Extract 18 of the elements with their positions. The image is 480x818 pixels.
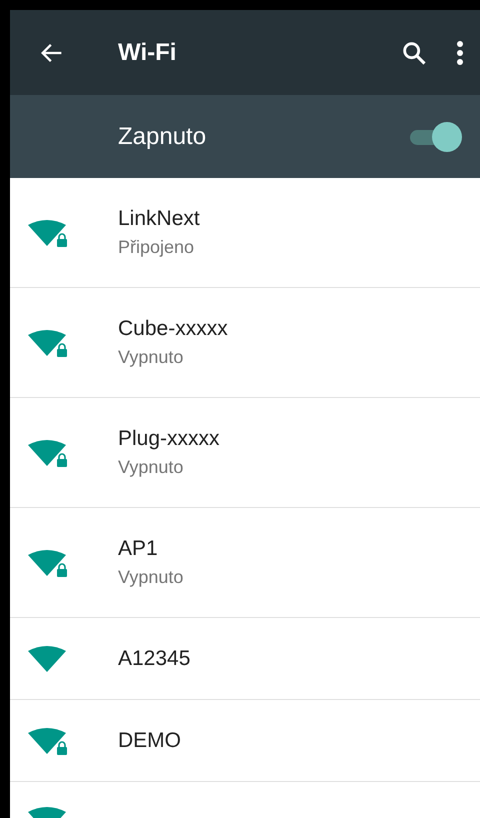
network-name: DEMO — [118, 728, 181, 752]
network-item[interactable]: LinkNext Připojeno — [10, 178, 480, 288]
network-name: Cube-xxxxx — [118, 317, 228, 341]
network-name: LinkNext — [118, 207, 200, 231]
network-item[interactable]: AP1 Vypnuto — [10, 508, 480, 618]
network-item[interactable]: Plug-xxxxx Vypnuto — [10, 398, 480, 508]
network-item[interactable]: Cube-xxxxx Vypnuto — [10, 288, 480, 398]
network-item[interactable]: A12345 — [10, 618, 480, 700]
network-name: A12345 — [118, 646, 190, 670]
network-status: Vypnuto — [118, 457, 184, 478]
screen-title: Wi-Fi — [118, 38, 178, 66]
network-name: Plug-xxxxx — [118, 427, 220, 451]
switch-label: Zapnuto — [118, 122, 208, 150]
network-status: Vypnuto — [118, 567, 184, 588]
network-name: AP1 — [118, 537, 159, 561]
network-status: Vypnuto — [118, 347, 184, 368]
network-status: Připojeno — [118, 237, 196, 258]
network-item[interactable]: DEMO — [10, 700, 480, 782]
